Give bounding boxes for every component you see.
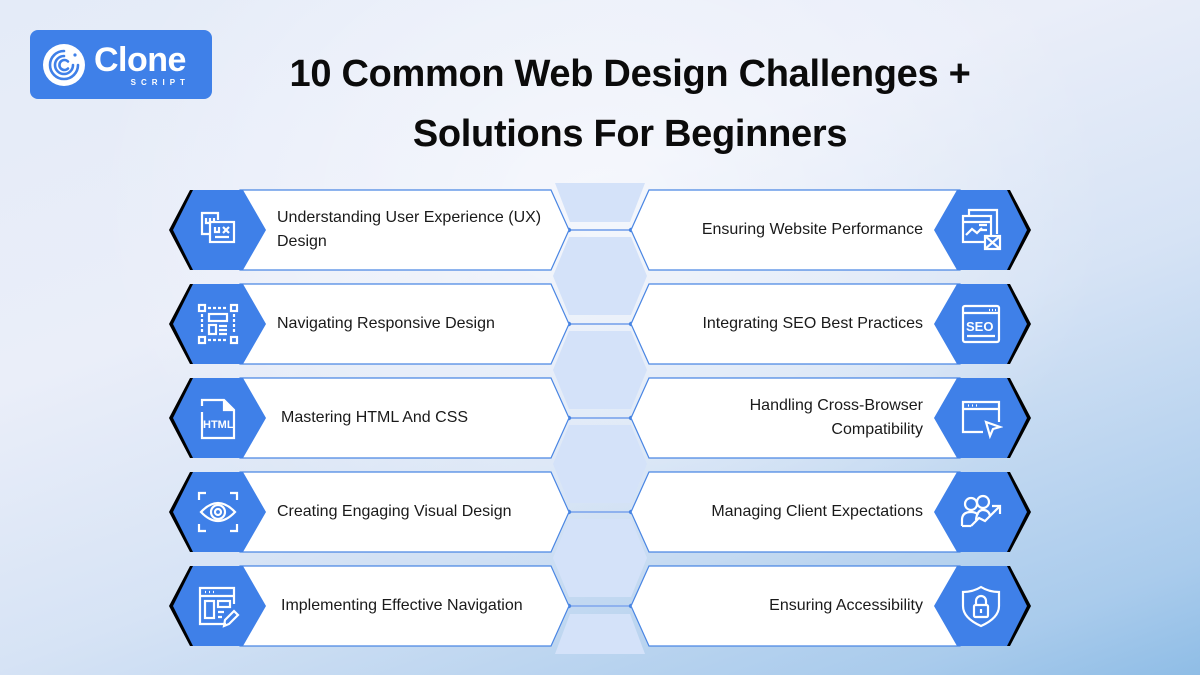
- right-item-5-label: Ensuring Accessibility: [769, 597, 923, 614]
- client-growth-icon: [960, 494, 1002, 528]
- left-item-3-label: Mastering HTML And CSS: [281, 409, 469, 426]
- left-item-5-label: Implementing Effective Navigation: [281, 597, 523, 614]
- left-item-4-label: Creating Engaging Visual Design: [277, 503, 512, 520]
- left-item-1-label: Understanding User Experience (UX) Desig…: [277, 209, 542, 250]
- challenges-diagram: [169, 183, 1031, 654]
- right-item-3-label: Handling Cross-Browser Compatibility: [749, 397, 923, 438]
- svg-text:SEO: SEO: [966, 319, 993, 334]
- ui-ux-icon: [200, 211, 236, 244]
- right-item-1-label: Ensuring Website Performance: [701, 221, 923, 238]
- seo-icon: SEO: [961, 304, 1001, 344]
- center-hexagon: [553, 331, 647, 409]
- center-hexagon: [553, 519, 647, 597]
- web-page-edit-icon: [198, 586, 240, 628]
- hex-cap-bottom: [555, 614, 645, 654]
- right-item-4-label: Managing Client Expectations: [711, 503, 923, 520]
- left-item-2-label: Navigating Responsive Design: [277, 315, 495, 332]
- hex-cap-top: [555, 183, 645, 222]
- shield-lock-icon: [961, 585, 1001, 628]
- html-file-icon: HTML: [200, 398, 236, 440]
- website-performance-icon: [961, 208, 1002, 251]
- center-hexagon: [553, 237, 647, 315]
- browser-cursor-icon: [961, 400, 1003, 440]
- responsive-layout-icon: [197, 303, 239, 345]
- right-item-2-label: Integrating SEO Best Practices: [702, 315, 923, 332]
- svg-text:HTML: HTML: [203, 419, 234, 431]
- eye-focus-icon: [197, 491, 239, 533]
- center-hexagon: [553, 425, 647, 503]
